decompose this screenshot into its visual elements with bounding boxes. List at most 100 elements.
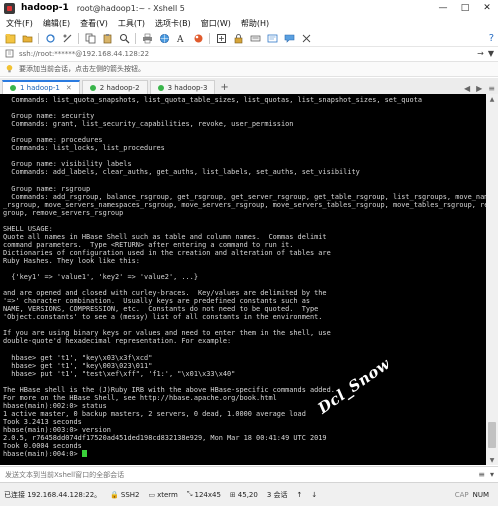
new-tab-button[interactable]: +: [220, 82, 228, 93]
disconnect-icon[interactable]: [61, 33, 73, 45]
bulb-icon: [5, 64, 14, 75]
compose-bar: ≡ ▾: [0, 466, 498, 482]
address-dropdown-icon[interactable]: ▼: [488, 49, 494, 58]
terminal-line: _rsgroup, move_servers_namespaces_rsgrou…: [3, 200, 486, 209]
terminal-scrollbar[interactable]: ▲ ▼: [486, 94, 498, 465]
menu-help[interactable]: 帮助(H): [241, 18, 269, 29]
menu-file[interactable]: 文件(F): [6, 18, 33, 29]
expand-icon[interactable]: [300, 33, 312, 45]
compose-icon[interactable]: [266, 33, 278, 45]
connected-status-icon: [10, 85, 16, 91]
menu-window[interactable]: 窗口(W): [201, 18, 231, 29]
terminal-line: Group name: rsgroup: [3, 184, 91, 193]
font-icon[interactable]: A: [175, 33, 187, 45]
svg-text:A: A: [176, 35, 184, 44]
send-text-input[interactable]: [5, 470, 435, 479]
terminal-size-status: ⤡ 124x45: [187, 490, 221, 499]
new-session-icon[interactable]: [4, 33, 16, 45]
maximize-button[interactable]: □: [454, 0, 476, 16]
terminal-line: '=>' character combination. Usually keys…: [3, 297, 310, 306]
tab-prev-icon[interactable]: ◀: [464, 84, 470, 93]
menu-view[interactable]: 查看(V): [80, 18, 108, 29]
lock-icon[interactable]: [232, 33, 244, 45]
terminal-line: and are opened and closed with curley-br…: [3, 289, 327, 298]
go-arrow-icon[interactable]: →: [477, 49, 484, 58]
terminal-line: hbase> get 't1', "key\x03\x3f\xcd": [3, 353, 153, 362]
tab-label: 2 hadoop-2: [99, 83, 140, 92]
lock-status-icon: 🔒: [110, 490, 119, 499]
xshell-app-icon[interactable]: [4, 2, 15, 14]
connected-status-icon: [89, 84, 96, 91]
terminal-line: command parameters. Type <RETURN> after …: [3, 240, 294, 249]
tab-next-icon[interactable]: ▶: [476, 84, 482, 93]
close-button[interactable]: ✕: [476, 0, 498, 16]
scroll-up-icon[interactable]: ▲: [486, 94, 498, 104]
terminal-prompt: hbase(main):004:0>: [3, 450, 82, 459]
terminal-line: Group name: procedures: [3, 136, 103, 145]
session-address[interactable]: ssh://root:******@192.168.44.128:22: [19, 50, 149, 58]
tab-list-icon[interactable]: ≡: [488, 84, 495, 93]
terminal-line: The HBase shell is the (J)Ruby IRB with …: [3, 385, 335, 394]
tab-hadoop-3[interactable]: 3 hadoop-3: [149, 80, 216, 94]
connected-status-icon: [157, 84, 164, 91]
upload-status-icon: ↑: [296, 490, 303, 499]
tab-hadoop-1[interactable]: 1 hadoop-1 ✕: [2, 80, 80, 94]
color-scheme-icon[interactable]: [192, 33, 204, 45]
terminal-line: hbase> get 't1', "key\003\023\011": [3, 361, 153, 370]
cursor-position-label: 45,20: [237, 490, 258, 499]
copy-icon[interactable]: [84, 33, 96, 45]
minimize-button[interactable]: —: [432, 0, 454, 16]
terminal-output[interactable]: Commands: list_quota_snapshots, list_quo…: [0, 94, 486, 465]
window-title: hadoop-1: [21, 3, 69, 13]
terminal-lines: Commands: list_quota_snapshots, list_quo…: [3, 96, 486, 450]
address-actions: → ▼: [473, 49, 494, 58]
chat-icon[interactable]: [283, 33, 295, 45]
toolbar-divider: [209, 33, 210, 44]
compose-dropdown-icon[interactable]: ≡: [478, 470, 485, 479]
connection-status: 已连接 192.168.44.128:22。: [4, 490, 102, 499]
tab-label: 1 hadoop-1: [20, 84, 60, 92]
terminal-line: NAME, VERSIONS, COMPRESSION, etc. Consta…: [3, 305, 319, 314]
scroll-down-icon[interactable]: ▼: [486, 455, 498, 465]
help-icon[interactable]: ?: [489, 33, 494, 44]
terminal-line: Commands: add_labels, clear_auths, get_a…: [3, 168, 360, 177]
tab-hadoop-2[interactable]: 2 hadoop-2: [81, 80, 148, 94]
paste-icon[interactable]: [101, 33, 113, 45]
terminal-type-label: xterm: [157, 490, 178, 499]
tab-close-icon[interactable]: ✕: [66, 84, 72, 92]
menu-tabs[interactable]: 选项卡(B): [155, 18, 191, 29]
compose-menu-icon[interactable]: ▾: [490, 470, 494, 479]
address-book-icon[interactable]: [5, 49, 14, 60]
tab-navigation: ◀ ▶ ≡: [461, 84, 498, 93]
open-folder-icon[interactable]: [21, 33, 33, 45]
globe-icon[interactable]: [158, 33, 170, 45]
terminal-line: group, remove_servers_rsgroup: [3, 208, 124, 217]
hint-bar: 要添加当前会话，点击左侧的箭头按钮。: [0, 62, 498, 77]
menu-edit[interactable]: 编辑(E): [43, 18, 70, 29]
find-icon[interactable]: [118, 33, 130, 45]
print-icon[interactable]: [141, 33, 153, 45]
resize-status-icon: ⤡: [186, 490, 193, 498]
terminal-line: 2.0.5, r76458dd074df17520ad451ded198cd83…: [3, 433, 327, 442]
reconnect-icon[interactable]: [44, 33, 56, 45]
window-controls: — □ ✕: [432, 0, 498, 16]
address-bar: ssh://root:******@192.168.44.128:22 → ▼: [0, 47, 498, 62]
terminal-cursor: [81, 450, 87, 458]
keyboard-icon[interactable]: [249, 33, 261, 45]
terminal-status-icon: ▭: [148, 490, 156, 499]
toolbar-divider: [38, 33, 39, 44]
fullscreen-icon[interactable]: [215, 33, 227, 45]
menu-tools[interactable]: 工具(T): [118, 18, 145, 29]
tab-label: 3 hadoop-3: [167, 83, 208, 92]
terminal-line: For more on the HBase Shell, see http://…: [3, 393, 277, 402]
terminal-line: hbase(main):003:0> version: [3, 425, 111, 434]
window-subtitle: root@hadoop1:~ - Xshell 5: [76, 3, 185, 13]
scroll-thumb[interactable]: [488, 422, 496, 448]
